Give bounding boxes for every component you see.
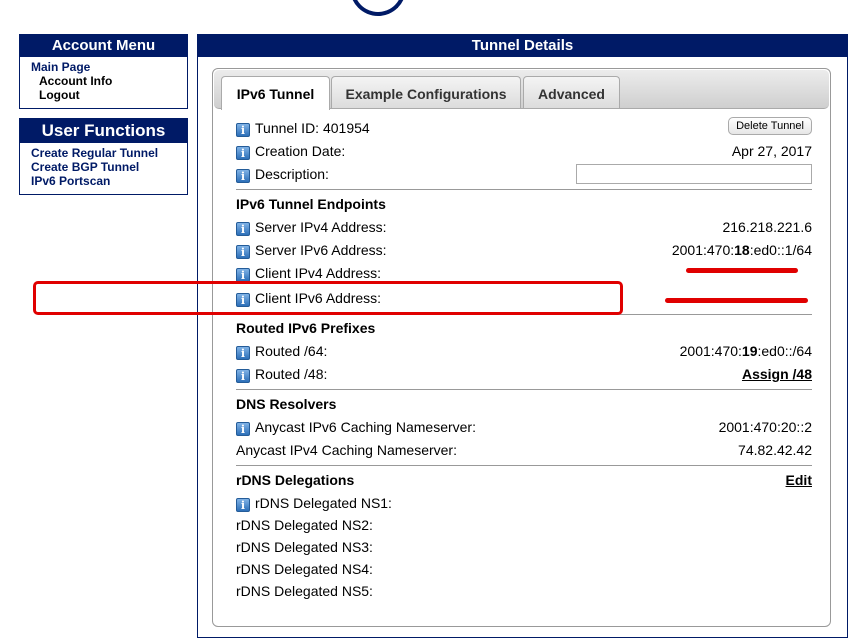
tab-example-configurations[interactable]: Example Configurations [331,76,521,108]
description-label: Description: [255,166,329,182]
tab-advanced[interactable]: Advanced [523,76,620,108]
rdns-ns1-label: rDNS Delegated NS1: [255,495,392,511]
row-routed-64: i Routed /64: 2001:470:19:ed0::/64 [236,340,812,362]
row-server-ipv6: i Server IPv6 Address: 2001:470:18:ed0::1… [236,239,812,261]
sidebar-link-account-info[interactable]: Account Info [31,74,187,88]
rdns-ns4-label: rDNS Delegated NS4: [236,561,373,577]
sidebar-link-create-bgp-tunnel[interactable]: Create BGP Tunnel [31,160,187,174]
creation-date-label: Creation Date: [255,143,346,159]
row-tunnel-id: i Tunnel ID: 401954 Delete Tunnel [236,117,812,139]
assign-48-link[interactable]: Assign /48 [742,363,812,385]
redaction-mark-client-ipv6 [665,298,808,303]
divider [236,465,812,466]
info-icon[interactable]: i [236,369,250,383]
info-icon[interactable]: i [236,123,250,137]
tunnel-details-panel: Tunnel Details IPv6 Tunnel Example Confi… [197,34,848,638]
server-ipv6-value: 2001:470:18:ed0::1/64 [671,242,812,258]
user-functions-title: User Functions [20,119,187,143]
rdns-ns3-label: rDNS Delegated NS3: [236,539,373,555]
client-ipv4-label: Client IPv4 Address: [255,265,382,281]
info-icon[interactable]: i [236,422,250,436]
sidebar-link-create-regular-tunnel[interactable]: Create Regular Tunnel [31,146,187,160]
tab-ipv6-tunnel[interactable]: IPv6 Tunnel [221,76,330,110]
highlight-box-client-ipv6 [33,281,623,315]
info-icon[interactable]: i [236,245,250,259]
panel-title: Tunnel Details [198,35,847,57]
row-description: i Description: [236,163,812,185]
sidebar-link-logout[interactable]: Logout [31,88,187,102]
description-input[interactable] [576,164,812,184]
site-logo-fragment [350,0,406,16]
tab-bar: IPv6 Tunnel Example Configurations Advan… [214,70,829,110]
info-icon[interactable]: i [236,498,250,512]
sidebar-link-ipv6-portscan[interactable]: IPv6 Portscan [31,174,187,188]
row-rdns-ns2: rDNS Delegated NS2: [236,514,812,536]
info-icon[interactable]: i [236,268,250,282]
server-ipv4-value: 216.218.221.6 [722,219,812,235]
account-menu: Account Menu Main Page Account Info Logo… [19,34,188,109]
row-rdns-ns1: i rDNS Delegated NS1: [236,492,812,514]
row-routed-48: i Routed /48: Assign /48 [236,363,812,385]
row-rdns-ns5: rDNS Delegated NS5: [236,580,812,602]
row-anycast-ipv4: Anycast IPv4 Caching Nameserver: 74.82.4… [236,439,812,461]
redaction-mark-client-ipv4 [686,268,798,273]
routed-48-label: Routed /48: [255,366,328,382]
info-icon[interactable]: i [236,146,250,160]
info-icon[interactable]: i [236,169,250,183]
row-rdns-ns4: rDNS Delegated NS4: [236,558,812,580]
row-creation-date: i Creation Date: Apr 27, 2017 [236,140,812,162]
divider [236,189,812,190]
creation-date-value: Apr 27, 2017 [731,143,812,159]
routed-64-label: Routed /64: [255,343,328,359]
delete-tunnel-button[interactable]: Delete Tunnel [728,117,812,135]
tunnel-id-text: Tunnel ID: 401954 [255,120,370,136]
row-rdns-ns3: rDNS Delegated NS3: [236,536,812,558]
rdns-ns5-label: rDNS Delegated NS5: [236,583,373,599]
server-ipv4-label: Server IPv4 Address: [255,219,387,235]
anycast-ipv6-value: 2001:470:20::2 [718,419,812,435]
section-title-endpoints: IPv6 Tunnel Endpoints [236,196,386,212]
row-server-ipv4: i Server IPv4 Address: 216.218.221.6 [236,216,812,238]
sidebar: Account Menu Main Page Account Info Logo… [19,34,188,204]
rdns-edit-link[interactable]: Edit [786,469,812,491]
divider [236,389,812,390]
tab-panel: IPv6 Tunnel Example Configurations Advan… [212,68,831,627]
server-ipv6-label: Server IPv6 Address: [255,242,387,258]
anycast-ipv4-label: Anycast IPv4 Caching Nameserver: [236,442,457,458]
row-anycast-ipv6: i Anycast IPv6 Caching Nameserver: 2001:4… [236,416,812,438]
info-icon[interactable]: i [236,222,250,236]
routed-64-value: 2001:470:19:ed0::/64 [679,343,812,359]
rdns-ns2-label: rDNS Delegated NS2: [236,517,373,533]
anycast-ipv6-label: Anycast IPv6 Caching Nameserver: [255,419,476,435]
section-title-dns: DNS Resolvers [236,396,337,412]
anycast-ipv4-value: 74.82.42.42 [738,442,812,458]
sidebar-link-main-page[interactable]: Main Page [31,60,187,74]
user-functions-menu: User Functions Create Regular Tunnel Cre… [19,118,188,195]
section-title-routed: Routed IPv6 Prefixes [236,320,376,336]
section-title-rdns: rDNS Delegations Edit [236,469,812,491]
account-menu-title: Account Menu [20,35,187,57]
info-icon[interactable]: i [236,346,250,360]
